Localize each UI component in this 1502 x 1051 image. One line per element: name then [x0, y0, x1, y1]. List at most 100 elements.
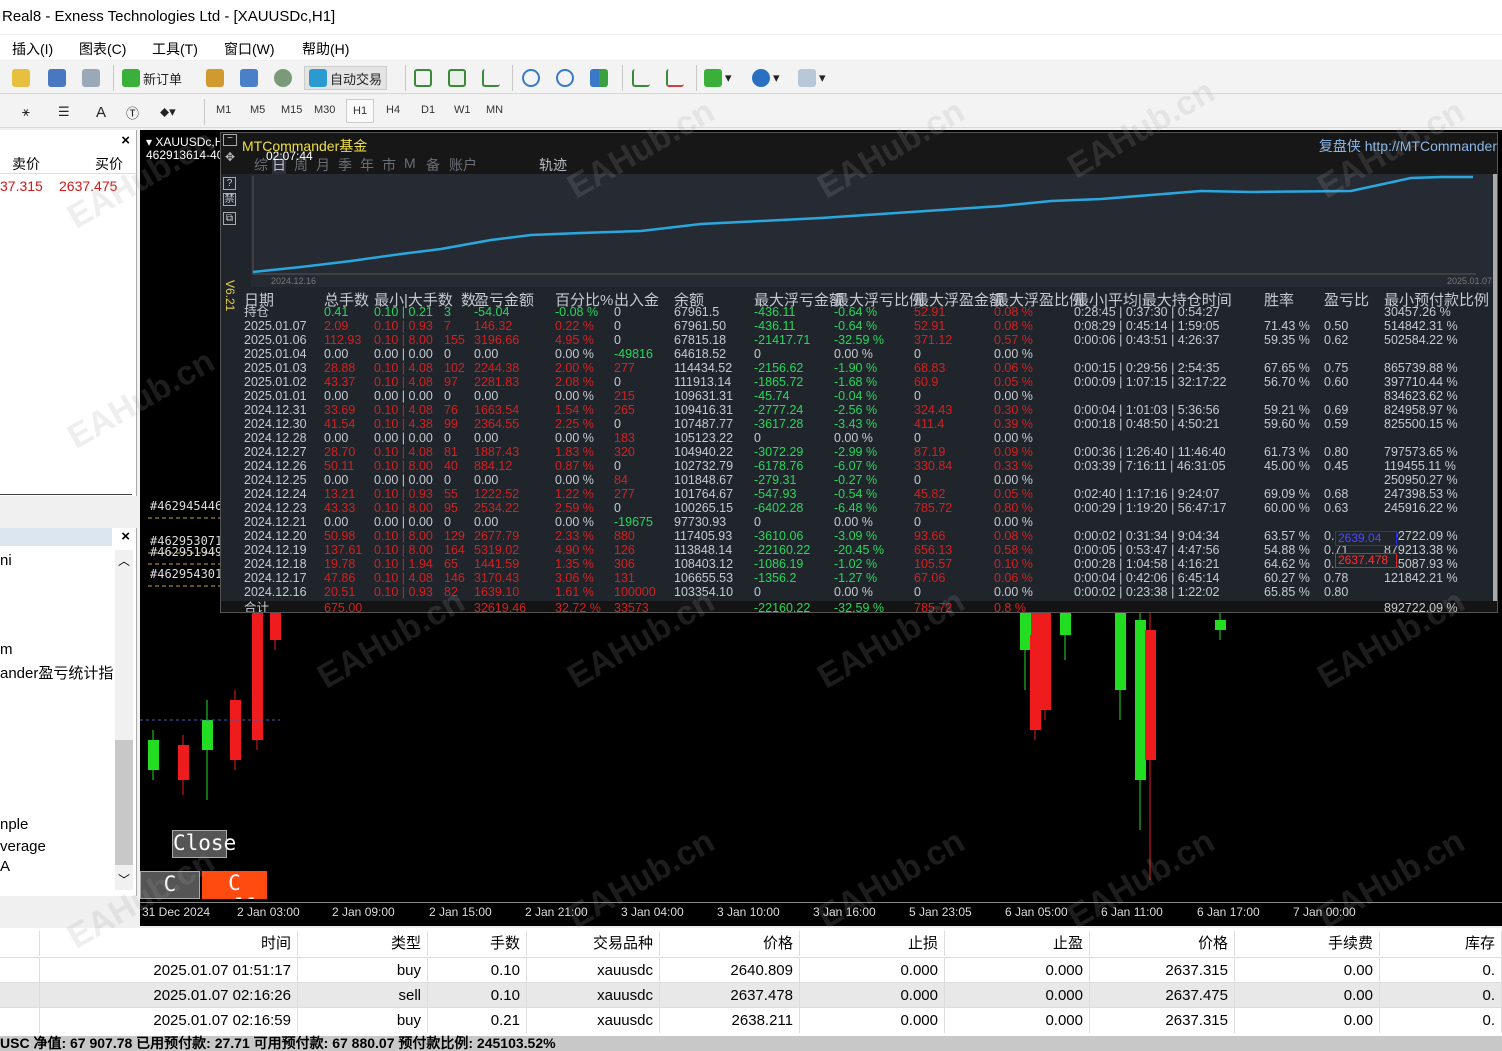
chart-shift-icon[interactable]	[666, 66, 687, 90]
table-row[interactable]: 持仓 0.41 0.10 | 0.21 3 -54.04 -0.08 % 0 67961.5 -…	[221, 305, 1497, 319]
indicators-dropdown-icon[interactable]: ▾	[704, 66, 732, 90]
tab-5[interactable]: 年	[360, 155, 374, 175]
timeframe-m15[interactable]: M15	[281, 104, 302, 116]
text-label-icon[interactable]: Ⓣ	[126, 100, 139, 124]
timeframe-d1[interactable]: D1	[421, 104, 435, 116]
zoom-in-icon[interactable]	[522, 66, 543, 90]
navigator-item[interactable]: A	[0, 858, 10, 875]
table-row[interactable]: 2024.12.19 137.61 0.10 | 8.00 164 5319.02 4.9…	[221, 543, 1497, 557]
favorites-icon[interactable]	[12, 66, 33, 90]
table-row[interactable]: 2024.12.20 50.98 0.10 | 8.00 129 2677.79 2.33…	[221, 529, 1497, 543]
fibo-fan-icon[interactable]: ☰	[58, 100, 70, 124]
scrollbar-thumb[interactable]	[115, 740, 133, 865]
table-row[interactable]: 2024.12.31 33.69 0.10 | 4.08 76 1663.54 1.54 …	[221, 403, 1497, 417]
navigator-item[interactable]: ander盈亏统计指	[0, 662, 113, 683]
symbol-row[interactable]: 37.315 2637.475	[0, 176, 136, 198]
timeframe-w1[interactable]: W1	[454, 104, 471, 116]
move-icon[interactable]: ✥	[225, 150, 235, 164]
bar-chart-icon[interactable]	[414, 66, 435, 90]
tab-6[interactable]: 市	[382, 155, 396, 175]
table-row[interactable]: 2025.01.01 0.00 0.00 | 0.00 0 0.00 0.00 % 215 1…	[221, 389, 1497, 403]
menu-help[interactable]: 帮助(H)	[302, 39, 349, 59]
restore-icon[interactable]: ⧉	[223, 212, 236, 225]
menu-insert[interactable]: 插入(I)	[12, 39, 53, 59]
timeframe-m30[interactable]: M30	[314, 104, 335, 116]
tab-4[interactable]: 季	[338, 155, 352, 175]
market-watch-icon[interactable]	[48, 66, 69, 90]
terminal-header[interactable]	[0, 931, 40, 956]
timeframe-h1[interactable]: H1	[346, 99, 375, 123]
tab-8[interactable]: 备	[426, 155, 440, 175]
bid-header[interactable]: 卖价	[12, 154, 40, 174]
table-row[interactable]: 2024.12.27 28.70 0.10 | 4.08 81 1887.43 1.83 …	[221, 445, 1497, 459]
terminal-header[interactable]: 时间	[40, 931, 298, 956]
sell-button[interactable]: C sell	[202, 871, 267, 899]
tab-3[interactable]: 月	[316, 155, 330, 175]
close-button[interactable]: Close	[172, 830, 236, 858]
new-order-button[interactable]: 新订单	[122, 66, 182, 90]
table-row[interactable]: 2024.12.21 0.00 0.00 | 0.00 0 0.00 0.00 % -196…	[221, 515, 1497, 529]
terminal-header[interactable]: 止盈	[945, 931, 1090, 956]
table-row[interactable]: 2025.01.03 28.88 0.10 | 4.08 102 2244.38 2.00…	[221, 361, 1497, 375]
timeframe-m5[interactable]: M5	[250, 104, 265, 116]
timeframe-m1[interactable]: M1	[216, 104, 231, 116]
zoom-out-icon[interactable]	[556, 66, 577, 90]
table-row[interactable]: 2025.01.07 2.09 0.10 | 0.93 7 146.32 0.22 % 0 6…	[221, 319, 1497, 333]
table-row[interactable]: 2024.12.25 0.00 0.00 | 0.00 0 0.00 0.00 % 84 10…	[221, 473, 1497, 487]
disable-icon[interactable]: 禁	[223, 193, 236, 206]
navigator-item[interactable]: ni	[0, 552, 12, 569]
tile-windows-icon[interactable]	[590, 66, 611, 90]
chart-menu-icon[interactable]: ▾	[146, 135, 155, 149]
auto-scroll-icon[interactable]	[632, 66, 653, 90]
ask-header[interactable]: 买价	[95, 154, 123, 174]
tab-track[interactable]: 轨迹	[539, 155, 567, 175]
navigator-item[interactable]: verage	[0, 838, 46, 855]
timeframe-mn[interactable]: MN	[486, 104, 503, 116]
minimize-icon[interactable]: −	[223, 134, 237, 146]
total-row[interactable]: 合计 675.00 32619.46 32.72 % 33573 -22160.22 -32…	[221, 601, 1497, 612]
terminal-header[interactable]: 价格	[660, 931, 800, 956]
candlestick-chart-icon[interactable]	[448, 66, 469, 90]
terminal-header[interactable]: 价格	[1090, 931, 1235, 956]
tab-9[interactable]: 账户	[449, 155, 477, 175]
table-row[interactable]: 2024.12.26 50.11 0.10 | 8.00 40 884.12 0.87 %…	[221, 459, 1497, 473]
terminal-header[interactable]: 交易品种	[527, 931, 660, 956]
terminal-header[interactable]: 类型	[298, 931, 428, 956]
data-window-icon[interactable]	[82, 66, 103, 90]
strategy-tester-icon[interactable]	[240, 66, 261, 90]
close-icon[interactable]: ×	[121, 528, 130, 545]
templates-dropdown-icon[interactable]: ▾	[798, 66, 826, 90]
table-row[interactable]: 2024.12.18 19.78 0.10 | 1.94 65 1441.59 1.35 …	[221, 557, 1497, 571]
brand-link[interactable]: 复盘侠 http://MTCommander	[1319, 136, 1497, 156]
auto-trading-button[interactable]: 自动交易	[304, 66, 388, 90]
table-row[interactable]: 2024.12.17 47.86 0.10 | 4.08 146 3170.43 3.06…	[221, 571, 1497, 585]
buy-button[interactable]: C buy	[140, 871, 200, 899]
terminal-header[interactable]: 手续费	[1235, 931, 1380, 956]
menu-charts[interactable]: 图表(C)	[79, 39, 126, 59]
table-row[interactable]: 2024.12.24 13.21 0.10 | 0.93 55 1222.52 1.22 …	[221, 487, 1497, 501]
table-row[interactable]: 2025.01.04 0.00 0.00 | 0.00 0 0.00 0.00 % -498…	[221, 347, 1497, 361]
navigator-item[interactable]: nple	[0, 816, 28, 833]
table-row[interactable]: 2025.01.06 112.93 0.10 | 8.00 155 3196.66 4.9…	[221, 333, 1497, 347]
arrows-dropdown-icon[interactable]: ⬥▾	[160, 100, 176, 124]
terminal-header[interactable]: 止损	[800, 931, 945, 956]
trade-row[interactable]: 2025.01.07 01:51:17 buy 0.10 xauusdc 2640.80…	[0, 957, 1502, 983]
line-chart-icon[interactable]	[482, 66, 503, 90]
periods-dropdown-icon[interactable]: ▾	[752, 66, 780, 90]
metaeditor-icon[interactable]	[206, 66, 227, 90]
table-row[interactable]: 2024.12.28 0.00 0.00 | 0.00 0 0.00 0.00 % 183 1…	[221, 431, 1497, 445]
timeframe-h4[interactable]: H4	[386, 104, 400, 116]
help-icon[interactable]: ?	[223, 177, 236, 190]
menu-tools[interactable]: 工具(T)	[152, 39, 198, 59]
table-row[interactable]: 2024.12.16 20.51 0.10 | 0.93 82 1639.10 1.61 …	[221, 585, 1497, 599]
trade-row[interactable]: 2025.01.07 02:16:59 buy 0.21 xauusdc 2638.21…	[0, 1007, 1502, 1033]
text-tool-icon[interactable]: A	[96, 100, 106, 124]
table-row[interactable]: 2024.12.30 41.54 0.10 | 4.38 99 2364.55 2.25 …	[221, 417, 1497, 431]
terminal-header[interactable]: 手数	[428, 931, 527, 956]
trade-row[interactable]: 2025.01.07 02:16:26 sell 0.10 xauusdc 2637.4…	[0, 982, 1502, 1008]
tab-7[interactable]: M	[404, 155, 416, 171]
table-row[interactable]: 2024.12.23 43.33 0.10 | 8.00 95 2534.22 2.59 …	[221, 501, 1497, 515]
terminal-header[interactable]: 库存	[1380, 931, 1502, 956]
table-row[interactable]: 2025.01.02 43.37 0.10 | 4.08 97 2281.83 2.08 …	[221, 375, 1497, 389]
menu-window[interactable]: 窗口(W)	[224, 39, 275, 59]
